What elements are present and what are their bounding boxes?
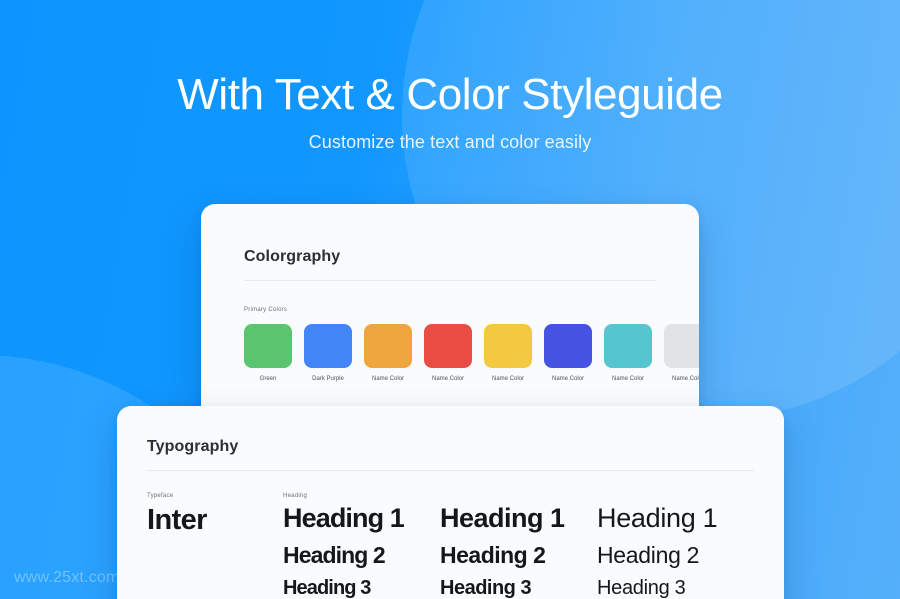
swatch-chip[interactable] xyxy=(484,324,532,368)
heading-row: Heading 2 Heading 2 Heading 2 xyxy=(283,542,754,569)
swatch-chip[interactable] xyxy=(664,324,699,368)
swatch-cell[interactable]: Name Color xyxy=(484,324,532,382)
swatch-name: Name Color xyxy=(431,376,464,382)
swatch-name: Name Color xyxy=(371,376,404,382)
typography-divider xyxy=(147,470,754,471)
primary-colors-label: Primary Colors xyxy=(244,307,288,313)
swatch-name: Name Color xyxy=(491,376,524,382)
colorgraphy-body: Colorgraphy xyxy=(201,204,699,266)
swatch-chip[interactable] xyxy=(304,324,352,368)
swatch-chip[interactable] xyxy=(424,324,472,368)
heading-sample-2-bold: Heading 2 xyxy=(440,542,546,568)
swatch-name: Name Color xyxy=(611,376,644,382)
swatch-chip[interactable] xyxy=(364,324,412,368)
heading-sample-2-regular: Heading 2 xyxy=(597,542,700,568)
swatch-cell[interactable]: Name Color xyxy=(424,324,472,382)
typography-title: Typography xyxy=(147,438,239,455)
colorgraphy-swatch-section: Primary Colors Green Dark Purple Name Colo… xyxy=(201,307,699,382)
swatch-name: Dark Purple xyxy=(312,376,344,382)
page-title: With Text & Color Styleguide xyxy=(177,70,723,119)
swatch-name: Name Color xyxy=(671,376,699,382)
swatch-cell[interactable]: Name Color xyxy=(664,324,699,382)
page-subtitle: Customize the text and color easily xyxy=(308,132,592,153)
hero-section: With Text & Color Styleguide Customize t… xyxy=(0,70,900,153)
colorgraphy-card: Colorgraphy Primary Colors Green Dark Pur… xyxy=(201,204,699,436)
typography-card: Typography Typeface Inter Heading Headin… xyxy=(117,406,784,599)
swatch-cell[interactable]: Name Color xyxy=(364,324,412,382)
colorgraphy-title: Colorgraphy xyxy=(244,248,341,265)
heading-sample-3-black: Heading 3 xyxy=(283,577,371,599)
heading-row: Heading 3 Heading 3 Heading 3 xyxy=(283,577,754,599)
swatch-cell[interactable]: Dark Purple xyxy=(304,324,352,382)
heading-sample-1-regular: Heading 1 xyxy=(597,503,718,533)
watermark: www.25xt.com xyxy=(14,569,120,586)
typeface-label: Typeface xyxy=(147,493,174,499)
swatch-chip[interactable] xyxy=(544,324,592,368)
swatch-chip[interactable] xyxy=(604,324,652,368)
typeface-column: Typeface Inter xyxy=(147,493,283,599)
colorgraphy-divider xyxy=(244,280,656,281)
heading-row: Heading 1 Heading 1 Heading 1 xyxy=(283,503,754,534)
heading-sample-1-bold: Heading 1 xyxy=(440,503,565,533)
typeface-name: Inter xyxy=(147,504,207,536)
heading-sample-2-black: Heading 2 xyxy=(283,542,386,568)
swatch-grid: Green Dark Purple Name Color Name Color Name… xyxy=(244,324,699,382)
heading-column: Heading Heading 1 Heading 1 Heading 1 Headi… xyxy=(283,493,754,599)
heading-rows: Heading 1 Heading 1 Heading 1 Heading 2 Head… xyxy=(283,503,754,599)
swatch-cell[interactable]: Name Color xyxy=(604,324,652,382)
swatch-name: Green xyxy=(259,376,277,382)
heading-sample-3-regular: Heading 3 xyxy=(597,577,686,599)
heading-sample-1-black: Heading 1 xyxy=(283,503,405,533)
typography-body: Typography xyxy=(117,406,784,456)
swatch-name: Name Color xyxy=(551,376,584,382)
heading-label: Heading xyxy=(283,493,308,499)
typography-columns: Typeface Inter Heading Heading 1 Heading … xyxy=(147,493,754,599)
swatch-cell[interactable]: Green xyxy=(244,324,292,382)
heading-sample-3-bold: Heading 3 xyxy=(440,577,532,599)
swatch-cell[interactable]: Name Color xyxy=(544,324,592,382)
swatch-chip[interactable] xyxy=(244,324,292,368)
typography-content: Typeface Inter Heading Heading 1 Heading … xyxy=(117,493,784,599)
